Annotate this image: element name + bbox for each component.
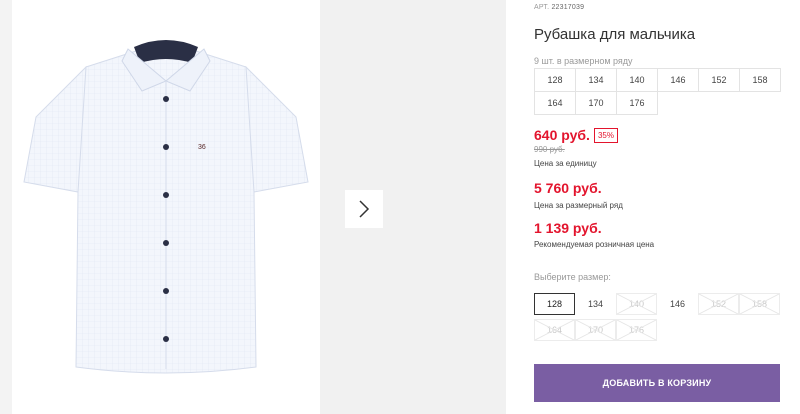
- size-range-cell: 158: [740, 69, 781, 92]
- choose-size-label: Выберите размер:: [534, 272, 611, 282]
- gallery-left-gutter: [0, 0, 12, 414]
- size-option[interactable]: 146: [657, 293, 698, 315]
- recommended-retail-price-label: Рекомендуемая розничная цена: [534, 240, 655, 249]
- chevron-right-icon: [359, 200, 370, 218]
- size-option-unavailable: 170: [575, 319, 616, 341]
- size-range-cell: 170: [576, 92, 617, 115]
- size-picker-row: 164 170 176: [534, 319, 781, 341]
- size-option-unavailable: 164: [534, 319, 575, 341]
- old-price: 990 руб.: [534, 145, 565, 154]
- size-range-cell: 176: [617, 92, 658, 115]
- article-number: АРТ. 22317039: [534, 4, 584, 11]
- unavailable-cross-icon: [699, 294, 738, 314]
- size-range-cell: 140: [617, 69, 658, 92]
- unit-price: 640 руб.: [534, 127, 590, 143]
- shirt-image: 36: [23, 40, 309, 374]
- next-image-button[interactable]: [345, 190, 383, 228]
- size-option-unavailable: 152: [698, 293, 739, 315]
- size-option-unavailable: 140: [616, 293, 657, 315]
- unavailable-cross-icon: [576, 320, 615, 340]
- size-range-cell: 152: [699, 69, 740, 92]
- recommended-retail-price: 1 139 руб.: [534, 220, 602, 236]
- product-image[interactable]: 36: [12, 0, 320, 414]
- size-range-cell: 134: [576, 69, 617, 92]
- pack-price-label: Цена за размерный ряд: [534, 201, 623, 210]
- article-label: АРТ.: [534, 4, 550, 11]
- size-option[interactable]: 134: [575, 293, 616, 315]
- unit-price-row: 640 руб. 35%: [534, 127, 618, 143]
- size-option-unavailable: 176: [616, 319, 657, 341]
- size-option-selected[interactable]: 128: [534, 293, 575, 315]
- size-option-unavailable: 158: [739, 293, 780, 315]
- pack-price: 5 760 руб.: [534, 180, 602, 196]
- product-title: Рубашка для мальчика: [534, 26, 696, 43]
- size-picker: 128 134 140 146 152 158 164 170: [534, 293, 781, 345]
- size-range-row: 164 170 176: [535, 92, 659, 115]
- unavailable-cross-icon: [617, 320, 656, 340]
- unit-price-label: Цена за единицу: [534, 159, 597, 168]
- unavailable-cross-icon: [740, 294, 779, 314]
- size-range-cell: 128: [535, 69, 576, 92]
- article-value: 22317039: [551, 4, 585, 11]
- size-range-cell: 146: [658, 69, 699, 92]
- size-picker-row: 128 134 140 146 152 158: [534, 293, 781, 315]
- size-range-cell: 164: [535, 92, 576, 115]
- size-range-table: 128 134 140 146 152 158 164 170 176: [534, 68, 781, 115]
- unavailable-cross-icon: [535, 320, 574, 340]
- discount-badge: 35%: [593, 127, 618, 143]
- size-range-row: 128 134 140 146 152 158: [535, 69, 781, 92]
- pack-quantity-note: 9 шт. в размерном ряду: [534, 56, 633, 66]
- svg-text:36: 36: [198, 144, 206, 151]
- unavailable-cross-icon: [617, 294, 656, 314]
- add-to-cart-button[interactable]: ДОБАВИТЬ В КОРЗИНУ: [534, 364, 780, 402]
